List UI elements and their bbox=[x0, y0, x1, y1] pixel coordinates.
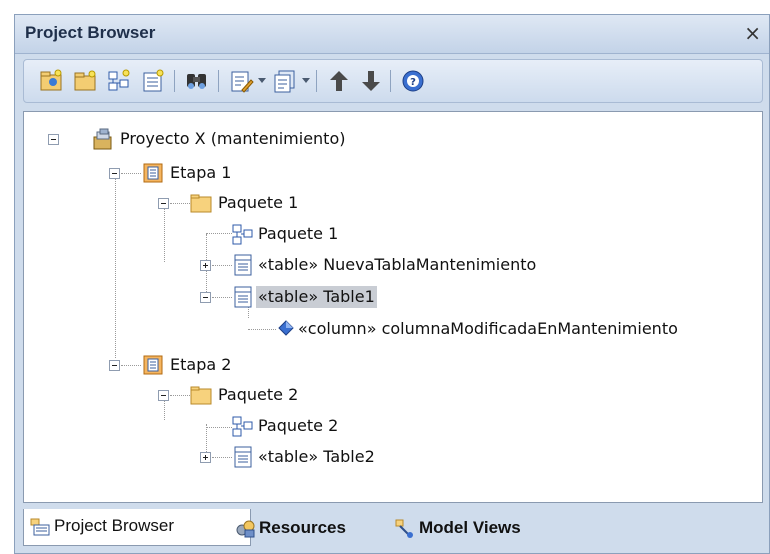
move-down-button[interactable] bbox=[358, 68, 384, 94]
tab-resources[interactable]: Resources bbox=[229, 511, 346, 545]
tree-connector bbox=[206, 233, 232, 234]
new-element-button[interactable] bbox=[140, 68, 166, 94]
tree-node-label[interactable]: «table» Table2 bbox=[256, 446, 377, 468]
help-icon: ? bbox=[402, 70, 424, 92]
move-down-arrow-icon bbox=[362, 71, 380, 91]
tree-connector bbox=[115, 174, 116, 358]
properties-button[interactable] bbox=[228, 68, 254, 94]
tab-label: Resources bbox=[259, 518, 346, 537]
tree-node-label[interactable]: Etapa 1 bbox=[168, 162, 233, 184]
bottom-tab-bar: Project Browser Resources Model Views bbox=[23, 509, 763, 549]
table-icon bbox=[234, 446, 252, 468]
model-views-icon bbox=[395, 519, 413, 538]
tree-node-label[interactable]: Etapa 2 bbox=[168, 354, 233, 376]
tree-connector bbox=[170, 203, 190, 204]
package-control-dropdown-arrow[interactable] bbox=[302, 78, 310, 83]
toolbar-separator bbox=[218, 70, 219, 92]
properties-icon bbox=[231, 71, 254, 93]
table-icon bbox=[234, 286, 252, 308]
tree-connector bbox=[212, 457, 232, 458]
tree-collapse-toggle[interactable] bbox=[158, 390, 169, 401]
resources-icon bbox=[236, 520, 255, 538]
column-diamond-icon bbox=[278, 320, 294, 336]
view-icon bbox=[143, 355, 163, 375]
model-root-icon bbox=[93, 128, 112, 150]
tab-label: Project Browser bbox=[54, 516, 174, 535]
find-button[interactable] bbox=[184, 68, 210, 94]
svg-text:?: ? bbox=[410, 77, 416, 88]
new-element-icon bbox=[143, 69, 164, 92]
tree-connector bbox=[248, 329, 276, 330]
move-up-button[interactable] bbox=[326, 68, 352, 94]
new-diagram-icon bbox=[108, 69, 130, 91]
tree-expand-toggle[interactable] bbox=[200, 452, 211, 463]
tree-connector bbox=[212, 265, 232, 266]
toolbar-separator bbox=[316, 70, 317, 92]
diagram-icon bbox=[232, 224, 253, 245]
tree-collapse-toggle[interactable] bbox=[48, 134, 59, 145]
table-icon bbox=[234, 254, 252, 276]
move-up-arrow-icon bbox=[330, 71, 348, 91]
tree-collapse-toggle[interactable] bbox=[109, 168, 120, 179]
tree-node-label[interactable]: Paquete 2 bbox=[256, 415, 340, 437]
find-binoculars-icon bbox=[187, 74, 206, 89]
new-model-package-button[interactable] bbox=[38, 68, 64, 94]
tree-collapse-toggle[interactable] bbox=[109, 360, 120, 371]
tree-node-label[interactable]: Paquete 1 bbox=[256, 223, 340, 245]
tree-connector bbox=[164, 204, 165, 262]
tree-connector bbox=[206, 427, 232, 428]
new-package-button[interactable] bbox=[72, 68, 98, 94]
tab-model-views[interactable]: Model Views bbox=[389, 511, 521, 545]
tree-collapse-toggle[interactable] bbox=[158, 198, 169, 209]
tree-collapse-toggle[interactable] bbox=[200, 292, 211, 303]
tree-connector bbox=[212, 297, 232, 298]
title-bar: Project Browser × bbox=[15, 15, 769, 54]
tree-root-label[interactable]: Proyecto X (mantenimiento) bbox=[118, 128, 347, 150]
folder-icon bbox=[190, 194, 212, 213]
toolbar-separator bbox=[174, 70, 175, 92]
tree-node-label-selected[interactable]: «table» Table1 bbox=[256, 286, 377, 308]
close-button[interactable]: × bbox=[744, 21, 761, 45]
diagram-icon bbox=[232, 416, 253, 437]
tree-node-label[interactable]: «column» columnaModificadaEnMantenimient… bbox=[296, 318, 680, 340]
new-diagram-button[interactable] bbox=[106, 68, 132, 94]
new-package-icon bbox=[74, 70, 96, 91]
toolbar: ? bbox=[23, 59, 763, 103]
window-title: Project Browser bbox=[25, 23, 156, 42]
view-icon bbox=[143, 163, 163, 183]
tree-expand-toggle[interactable] bbox=[200, 260, 211, 271]
tree-node-label[interactable]: «table» NuevaTablaMantenimiento bbox=[256, 254, 538, 276]
new-model-package-icon bbox=[40, 69, 62, 91]
tree-node-label[interactable]: Paquete 2 bbox=[216, 384, 300, 406]
toolbar-separator bbox=[390, 70, 391, 92]
package-control-icon bbox=[274, 70, 295, 93]
project-tree: Proyecto X (mantenimiento) Etapa 1 Paque… bbox=[23, 111, 763, 503]
folder-icon bbox=[190, 386, 212, 405]
tree-node-label[interactable]: Paquete 1 bbox=[216, 192, 300, 214]
tab-label: Model Views bbox=[419, 518, 521, 537]
tree-connector bbox=[170, 395, 190, 396]
project-browser-icon bbox=[30, 518, 50, 536]
project-browser-window: Project Browser × ? Proyecto X (mantenim… bbox=[14, 14, 770, 554]
tree-connector bbox=[121, 365, 141, 366]
properties-dropdown-arrow[interactable] bbox=[258, 78, 266, 83]
tree-connector bbox=[121, 173, 141, 174]
help-button[interactable]: ? bbox=[400, 68, 426, 94]
package-control-button[interactable] bbox=[272, 68, 298, 94]
tab-project-browser[interactable]: Project Browser bbox=[23, 509, 251, 546]
